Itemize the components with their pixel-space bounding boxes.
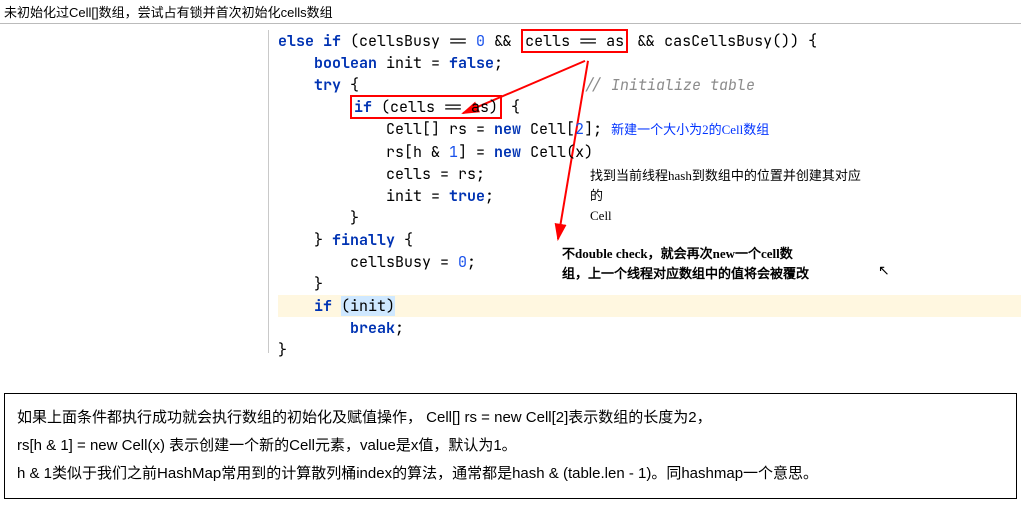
code-text: &&	[485, 31, 521, 51]
annotation-text: 不double check，就会再次new一个cell数	[562, 246, 793, 261]
code-text: {	[502, 97, 520, 117]
num-0: 0	[476, 31, 485, 51]
kw-boolean: boolean	[278, 53, 377, 73]
comment: // Initialize table	[359, 75, 755, 95]
code-text: && casCellsBusy()) {	[628, 31, 817, 51]
annotation-side-1: 找到当前线程hash到数组中的位置并创建其对应的 Cell	[590, 166, 870, 226]
code-text: {	[395, 230, 413, 250]
mouse-cursor-icon: ↖	[878, 262, 890, 279]
explanation-box: 如果上面条件都执行成功就会执行数组的初始化及赋值操作， Cell[] rs = …	[4, 393, 1017, 499]
code-text: }	[278, 230, 332, 250]
selection: (init)	[341, 296, 395, 316]
code-text: ;	[395, 318, 404, 338]
code-text: init =	[377, 53, 449, 73]
kw-new: new	[494, 119, 521, 139]
code-text: {	[341, 75, 359, 95]
code-text: ;	[494, 53, 503, 73]
code-text: }	[278, 340, 287, 360]
code-annotated-block: else if (cellsBusy == 0 && cells == as &…	[0, 24, 1021, 373]
page-title: 未初始化过Cell[]数组，尝试占有锁并首次初始化cells数组	[0, 0, 1021, 24]
code-text: Cell[	[521, 119, 575, 139]
explanation-line: h & 1类似于我们之前HashMap常用到的计算散列桶index的算法，通常都…	[17, 460, 1004, 488]
kw-try: try	[278, 75, 341, 95]
kw-finally: finally	[332, 230, 395, 250]
kw-true: true	[449, 186, 485, 206]
code-text: (cells == as)	[372, 97, 498, 117]
red-box-cond1: cells == as	[521, 29, 628, 53]
code-text: Cell[] rs =	[278, 119, 494, 139]
indent	[278, 97, 350, 117]
num-0b: 0	[458, 252, 467, 272]
code-text: ;	[467, 252, 476, 272]
kw-break: break	[278, 318, 395, 338]
annotation-text: Cell	[590, 208, 612, 223]
code-text: cellsBusy =	[278, 252, 458, 272]
code-text: }	[278, 208, 359, 228]
code-text: init =	[278, 186, 449, 206]
kw-false: false	[449, 53, 494, 73]
kw-else-if: else if	[278, 31, 341, 51]
code-text: rs[h &	[278, 142, 449, 162]
highlighted-line: if (init)	[278, 295, 1021, 317]
kw-if: if	[354, 97, 372, 117]
kw-if2: if	[278, 296, 341, 316]
code-text: cells = rs;	[278, 164, 485, 184]
code-text: ;	[485, 186, 494, 206]
code-text: }	[278, 274, 323, 294]
annotation-text: 找到当前线程hash到数组中的位置并创建其对应的	[590, 168, 861, 203]
annotation-text: 组，上一个线程对应数组中的值将会被覆改	[562, 266, 809, 281]
num-2: 2	[575, 119, 584, 139]
inline-annotation: 新建一个大小为2的Cell数组	[611, 122, 769, 137]
code-text: Cell(x)	[521, 142, 593, 162]
code-text: ];	[584, 119, 602, 139]
code-text: (cellsBusy ==	[341, 31, 476, 51]
annotation-side-2: 不double check，就会再次new一个cell数 组，上一个线程对应数组…	[562, 244, 882, 284]
code-text: ] =	[458, 142, 494, 162]
explanation-line: rs[h & 1] = new Cell(x) 表示创建一个新的Cell元素，v…	[17, 432, 1004, 460]
num-1: 1	[449, 142, 458, 162]
kw-new2: new	[494, 142, 521, 162]
explanation-line: 如果上面条件都执行成功就会执行数组的初始化及赋值操作， Cell[] rs = …	[17, 404, 1004, 432]
red-box-cond2: if (cells == as)	[350, 95, 502, 119]
